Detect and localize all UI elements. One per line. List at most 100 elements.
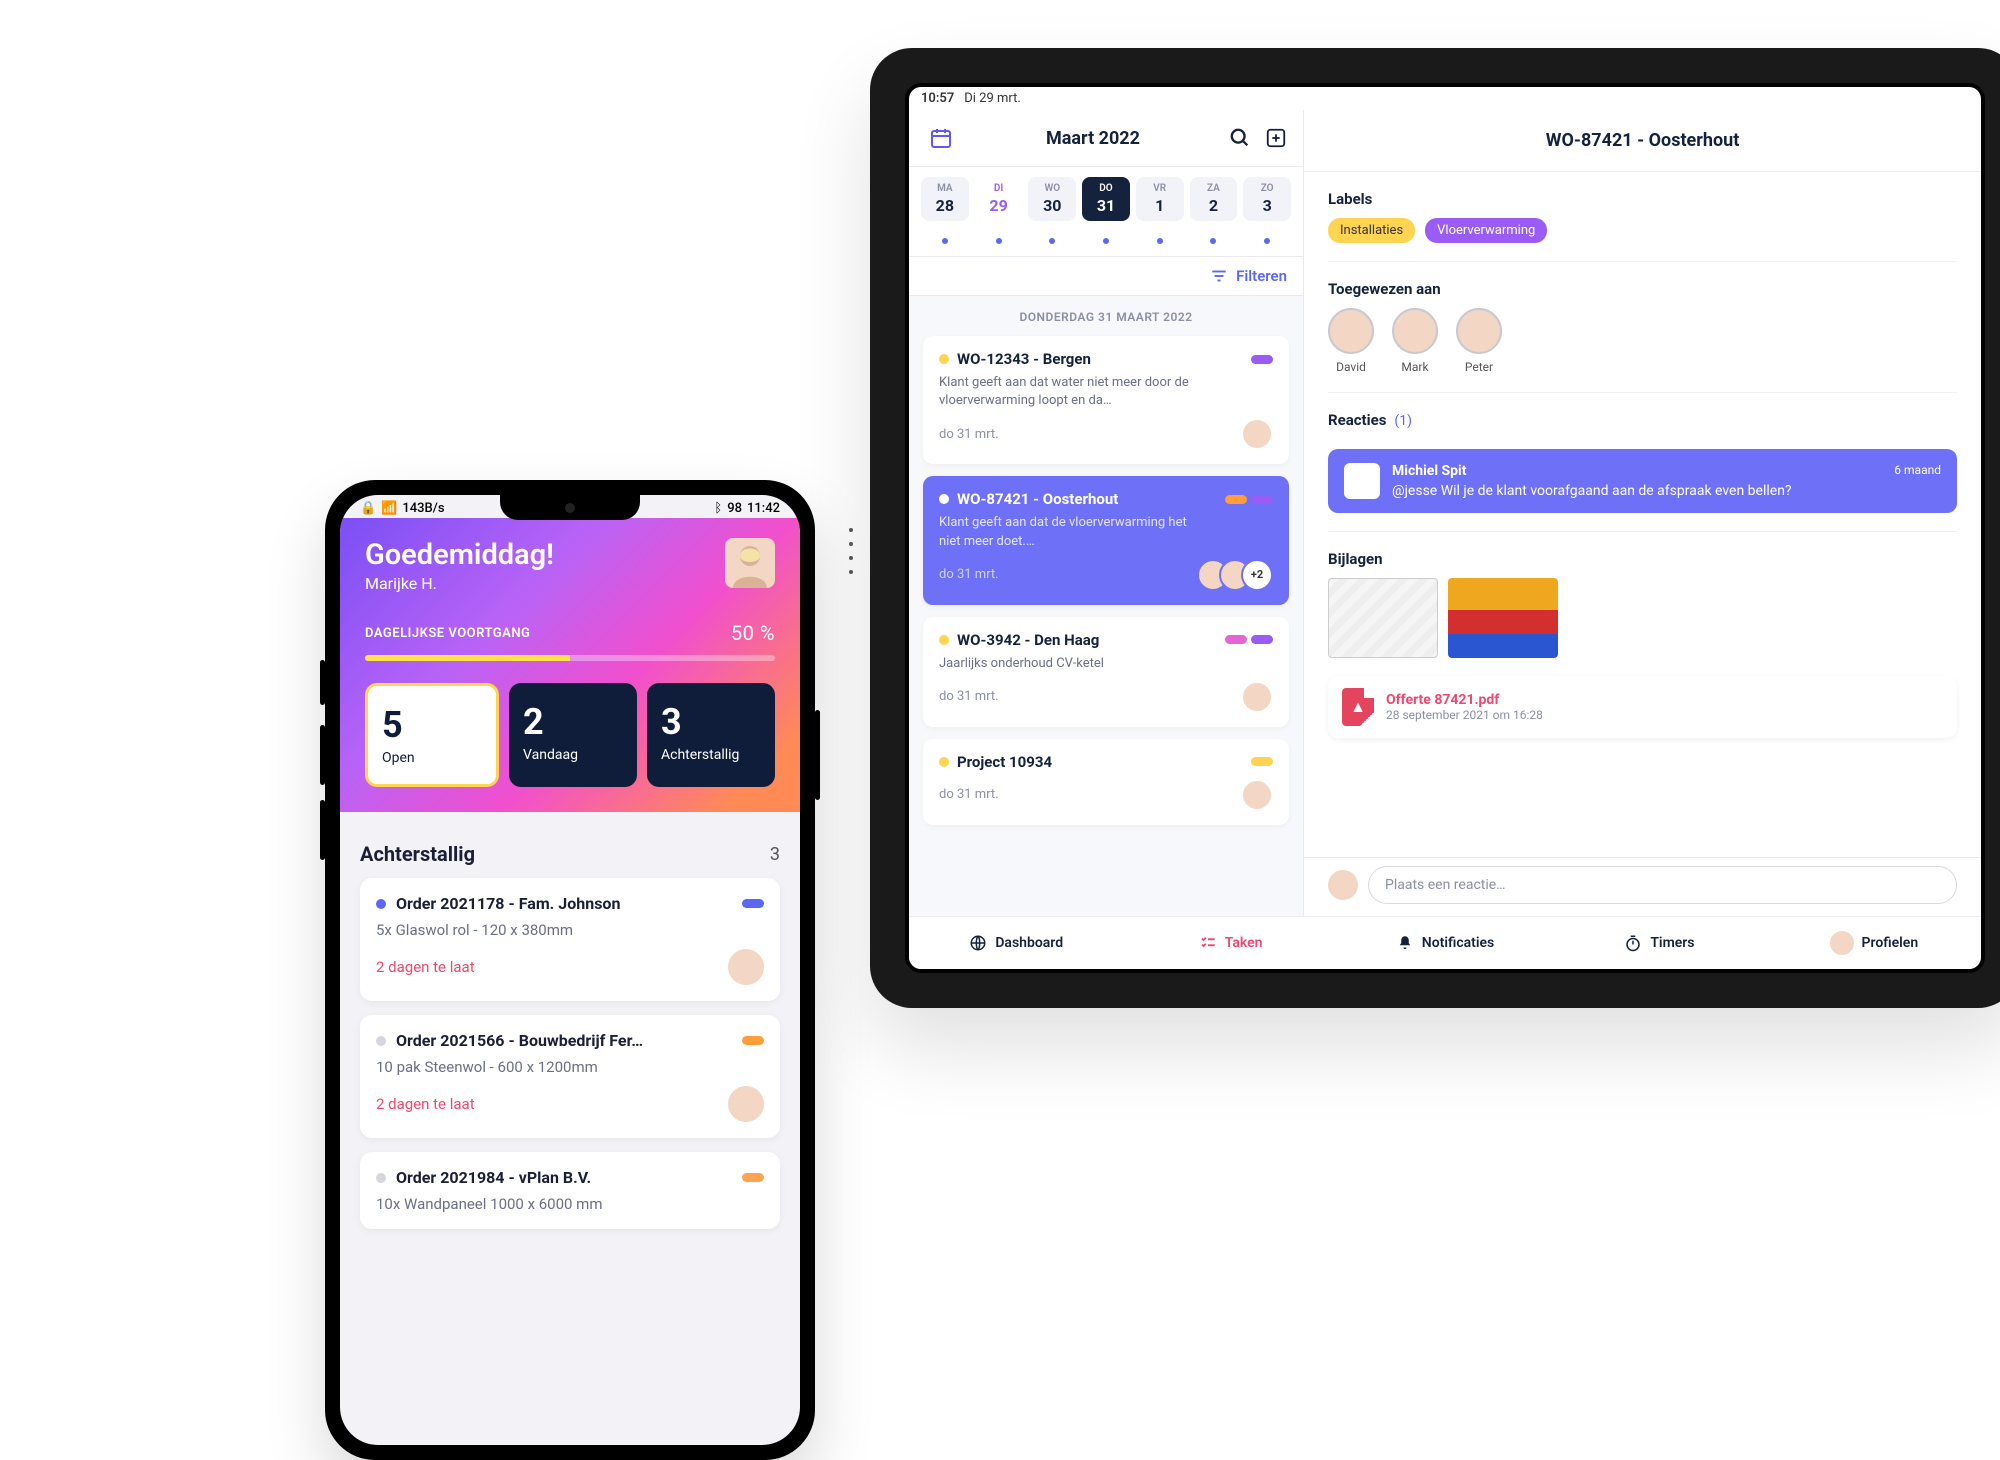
task-card[interactable]: Project 10934do 31 mrt. — [923, 739, 1289, 825]
day-cell[interactable]: MA28 — [921, 177, 969, 221]
task-title: WO-3942 - Den Haag — [957, 631, 1099, 649]
tag-pill-icon — [742, 1036, 764, 1045]
tab-taken[interactable]: Taken — [1123, 917, 1337, 969]
stat-overdue-num: 3 — [661, 701, 761, 743]
task-date: do 31 mrt. — [939, 427, 999, 442]
assignee-avatar[interactable] — [728, 1086, 764, 1122]
tag-pill-icon — [1251, 355, 1273, 364]
task-card[interactable]: WO-3942 - Den HaagJaarlijks onderhoud CV… — [923, 617, 1289, 727]
phone-mute-switch[interactable] — [320, 660, 325, 705]
bell-icon — [1396, 934, 1414, 952]
tab-label: Timers — [1650, 935, 1694, 951]
status-dot-icon — [939, 354, 949, 364]
phone-volume-down[interactable] — [320, 800, 325, 860]
attachment-floorplan[interactable] — [1328, 578, 1438, 658]
tab-label: Notificaties — [1422, 935, 1494, 951]
assigned-section-title: Toegewezen aan — [1328, 280, 1957, 298]
phone-volume-up[interactable] — [320, 725, 325, 785]
task-card[interactable]: WO-12343 - BergenKlant geeft aan dat wat… — [923, 336, 1289, 464]
stat-overdue-label: Achterstallig — [661, 747, 761, 763]
order-card[interactable]: Order 2021984 - vPlan B.V. 10x Wandpanee… — [360, 1152, 780, 1229]
stat-open[interactable]: 5 Open — [365, 683, 499, 787]
assignee-david[interactable]: David — [1328, 308, 1374, 374]
reactions-section-title: Reacties — [1328, 411, 1386, 429]
week-selector: MA28DI29WO30DO31VR1ZA2ZO3 — [909, 167, 1303, 225]
task-avatar — [1241, 681, 1273, 713]
pdf-date: 28 september 2021 om 16:28 — [1386, 708, 1543, 722]
notch-lock-icon: 🔒 — [360, 501, 376, 516]
status-dot-icon — [376, 899, 386, 909]
phone-screen: 🔒 📶 143B/s ᛒ 98 11:42 Goedemiddag! Marij… — [340, 495, 800, 1445]
task-avatar — [1241, 779, 1273, 811]
tablet-device: 10:57 Di 29 mrt. Maart 2022 — [870, 48, 2000, 1008]
bluetooth-icon: ᛒ — [714, 501, 722, 516]
avatar-overflow-badge: +2 — [1241, 559, 1273, 591]
label-chip-vloerverwarming[interactable]: Vloerverwarming — [1425, 218, 1547, 243]
label-chip-installaties[interactable]: Installaties — [1328, 218, 1415, 243]
order-title: Order 2021984 - vPlan B.V. — [396, 1168, 591, 1187]
attachment-pipes[interactable] — [1448, 578, 1558, 658]
tablet-statusbar: 10:57 Di 29 mrt. — [909, 87, 1981, 110]
order-card[interactable]: Order 2021178 - Fam. Johnson 5x Glaswol … — [360, 878, 780, 1001]
day-number: 31 — [1084, 196, 1128, 215]
tablet-screen: 10:57 Di 29 mrt. Maart 2022 — [909, 87, 1981, 969]
task-desc: Klant geeft aan dat water niet meer door… — [939, 374, 1199, 410]
task-list[interactable]: DONDERDAG 31 MAART 2022 WO-12343 - Berge… — [909, 296, 1303, 916]
day-cell[interactable]: ZO3 — [1243, 177, 1291, 221]
activity-dot-icon — [1103, 238, 1109, 244]
stat-today[interactable]: 2 Vandaag — [509, 683, 637, 787]
attachment-pdf[interactable]: ▲ Offerte 87421.pdf 28 september 2021 om… — [1328, 676, 1957, 738]
day-cell[interactable]: WO30 — [1028, 177, 1076, 221]
phone-power-button[interactable] — [815, 710, 820, 800]
tab-notificaties[interactable]: Notificaties — [1338, 917, 1552, 969]
progress-label: DAGELIJKSE VOORTGANG — [365, 626, 530, 641]
globe-icon — [969, 934, 987, 952]
pdf-filename: Offerte 87421.pdf — [1386, 692, 1543, 708]
dashboard-hero: Goedemiddag! Marijke H. DAGELIJKSE VOORT… — [340, 518, 800, 812]
tag-pill-icon — [1225, 635, 1247, 644]
stat-today-label: Vandaag — [523, 747, 623, 763]
order-desc: 5x Glaswol rol - 120 x 380mm — [376, 921, 764, 939]
profile-avatar-icon — [1830, 931, 1854, 955]
status-dot-icon — [939, 757, 949, 767]
day-cell[interactable]: ZA2 — [1190, 177, 1238, 221]
reaction-timestamp: 6 maand — [1894, 463, 1941, 477]
labels-section-title: Labels — [1328, 190, 1957, 208]
wifi-icon: 📶 — [381, 501, 397, 516]
task-date: do 31 mrt. — [939, 689, 999, 704]
activity-dot-icon — [1264, 238, 1270, 244]
reply-avatar — [1328, 870, 1358, 900]
battery-pct: 98 — [727, 501, 742, 516]
search-icon[interactable] — [1229, 127, 1251, 149]
calendar-icon[interactable] — [925, 122, 957, 154]
tablet-time: 10:57 — [921, 91, 954, 106]
tag-pill-icon — [1251, 635, 1273, 644]
list-count: 3 — [770, 844, 780, 865]
tab-dashboard[interactable]: Dashboard — [909, 917, 1123, 969]
list-check-icon — [1199, 934, 1217, 952]
order-card[interactable]: Order 2021566 - Bouwbedrijf Fer… 10 pak … — [360, 1015, 780, 1138]
assignee-avatar[interactable] — [728, 949, 764, 985]
day-number: 3 — [1245, 196, 1289, 215]
day-number: 28 — [923, 196, 967, 215]
add-icon[interactable] — [1265, 127, 1287, 149]
tab-profielen[interactable]: Profielen — [1767, 917, 1981, 969]
assignee-peter[interactable]: Peter — [1456, 308, 1502, 374]
day-number: 2 — [1192, 196, 1236, 215]
assignee-mark[interactable]: Mark — [1392, 308, 1438, 374]
filter-button[interactable]: Filteren — [909, 257, 1303, 296]
reaction-text: @jesse Wil je de klant voorafgaand aan d… — [1392, 483, 1792, 499]
reaction-card[interactable]: Michiel Spit @jesse Wil je de klant voor… — [1328, 449, 1957, 513]
day-cell[interactable]: VR1 — [1136, 177, 1184, 221]
day-cell[interactable]: DO31 — [1082, 177, 1130, 221]
user-avatar[interactable] — [725, 538, 775, 588]
day-cell[interactable]: DI29 — [975, 177, 1023, 221]
tab-timers[interactable]: Timers — [1552, 917, 1766, 969]
day-number: 29 — [977, 196, 1021, 215]
task-card[interactable]: WO-87421 - OosterhoutKlant geeft aan dat… — [923, 476, 1289, 604]
activity-dot-icon — [942, 238, 948, 244]
reply-input[interactable]: Plaats een reactie… — [1368, 866, 1957, 904]
status-dot-icon — [939, 494, 949, 504]
tab-label: Taken — [1225, 935, 1263, 951]
stat-overdue[interactable]: 3 Achterstallig — [647, 683, 775, 787]
